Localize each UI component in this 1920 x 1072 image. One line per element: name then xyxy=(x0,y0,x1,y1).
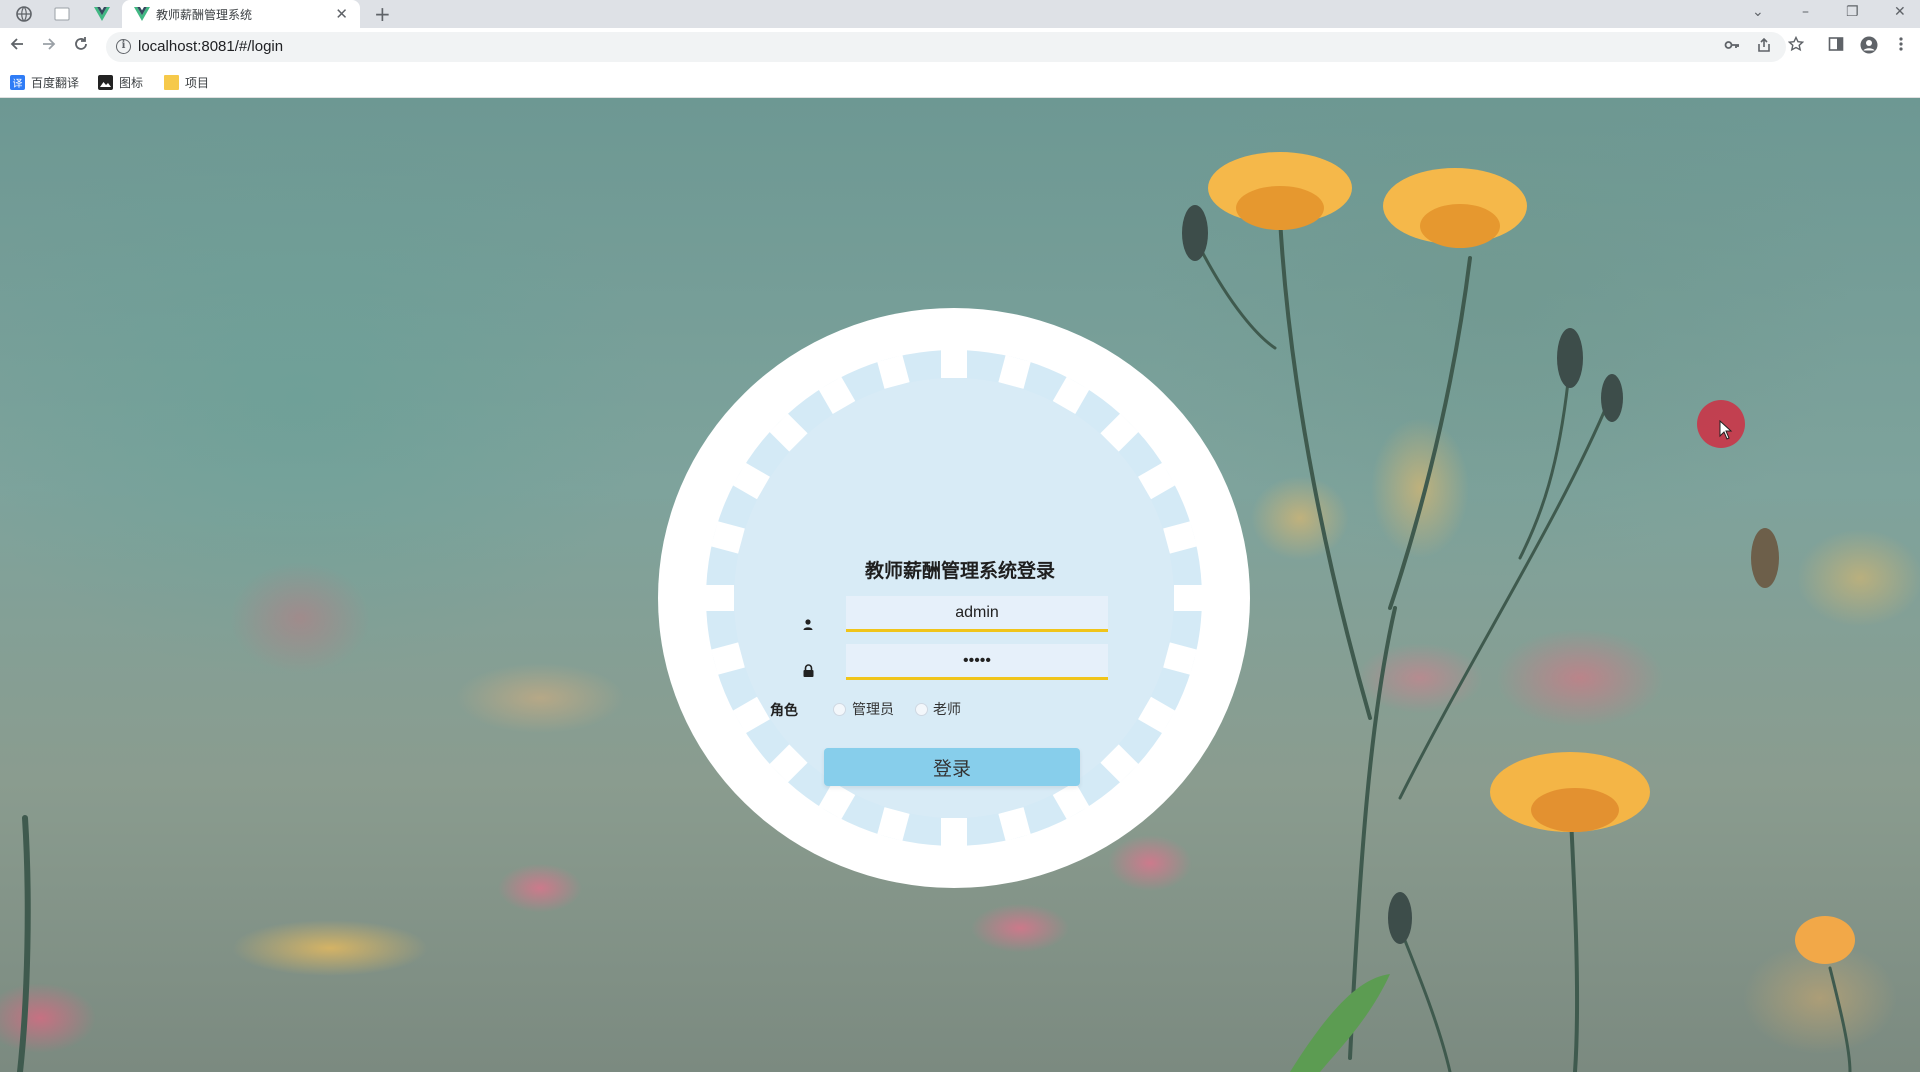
forward-icon[interactable] xyxy=(38,36,60,58)
menu-kebab-icon[interactable] xyxy=(1898,36,1904,58)
bookmark-star-icon[interactable] xyxy=(1787,35,1805,58)
login-form: 教师薪酬管理系统登录 角色 管理员 老师 登录 xyxy=(740,398,1180,786)
baidu-translate-icon: 译 xyxy=(10,74,25,90)
share-icon[interactable] xyxy=(1756,37,1772,58)
close-window-button[interactable]: ✕ xyxy=(1894,2,1906,22)
key-icon[interactable] xyxy=(1724,37,1740,57)
new-tab-button[interactable]: + xyxy=(374,2,391,26)
browser-tab-bar: 教师薪酬管理系统 ✕ + ⌄ – ❐ ✕ xyxy=(0,0,1920,28)
address-bar[interactable]: i localhost:8081/#/login xyxy=(106,32,1786,62)
info-icon[interactable]: i xyxy=(116,39,131,54)
role-option-admin[interactable]: 管理员 xyxy=(852,699,894,719)
login-button[interactable]: 登录 xyxy=(824,748,1080,786)
login-title: 教师薪酬管理系统登录 xyxy=(864,560,1055,582)
bookmark-icons[interactable]: 图标 xyxy=(98,72,143,92)
bookmark-label: 图标 xyxy=(119,75,144,90)
vue-tab[interactable] xyxy=(88,3,116,25)
lock-icon xyxy=(801,663,815,677)
close-tab-icon[interactable]: ✕ xyxy=(335,4,348,24)
globe-tab[interactable] xyxy=(10,3,38,25)
folder-icon xyxy=(164,74,179,90)
bookmark-label: 百度翻译 xyxy=(31,75,80,90)
bookmarks-bar: 译 百度翻译 图标 项目 xyxy=(0,66,1920,98)
password-input[interactable] xyxy=(846,644,1108,680)
vue-logo-icon xyxy=(134,7,150,21)
mouse-pointer-icon xyxy=(1719,420,1733,440)
tab-active-login[interactable]: 教师薪酬管理系统 ✕ xyxy=(122,0,360,28)
image-icon xyxy=(98,74,113,90)
username-input[interactable] xyxy=(846,596,1108,632)
role-option-teacher[interactable]: 老师 xyxy=(933,699,961,719)
tab-title: 教师薪酬管理系统 xyxy=(156,8,253,22)
reload-icon[interactable] xyxy=(70,36,92,58)
restore-button[interactable]: ❐ xyxy=(1846,2,1859,22)
url-text[interactable]: localhost:8081/#/login xyxy=(138,38,283,55)
side-panel-icon[interactable] xyxy=(1828,36,1844,58)
bookmark-baidu-translate[interactable]: 译 百度翻译 xyxy=(10,72,79,92)
role-radio-admin[interactable] xyxy=(833,703,846,716)
tab-search-icon[interactable]: ⌄ xyxy=(1752,2,1764,22)
browser-toolbar: i localhost:8081/#/login xyxy=(0,28,1920,66)
role-label: 角色 xyxy=(770,703,798,719)
role-radio-teacher[interactable] xyxy=(915,703,928,716)
vue-logo-icon xyxy=(94,7,110,21)
back-icon[interactable] xyxy=(6,36,28,58)
globe-icon xyxy=(16,6,32,22)
bookmark-label: 项目 xyxy=(185,75,210,90)
profile-avatar-icon[interactable] xyxy=(1860,36,1878,60)
minimize-button[interactable]: – xyxy=(1802,2,1809,22)
blank-tab[interactable] xyxy=(48,3,76,25)
page-icon xyxy=(54,7,70,21)
bookmark-projects[interactable]: 项目 xyxy=(164,72,209,92)
user-icon xyxy=(801,617,815,631)
login-page-background: 教师薪酬管理系统登录 角色 管理员 老师 登录 xyxy=(0,98,1920,1072)
